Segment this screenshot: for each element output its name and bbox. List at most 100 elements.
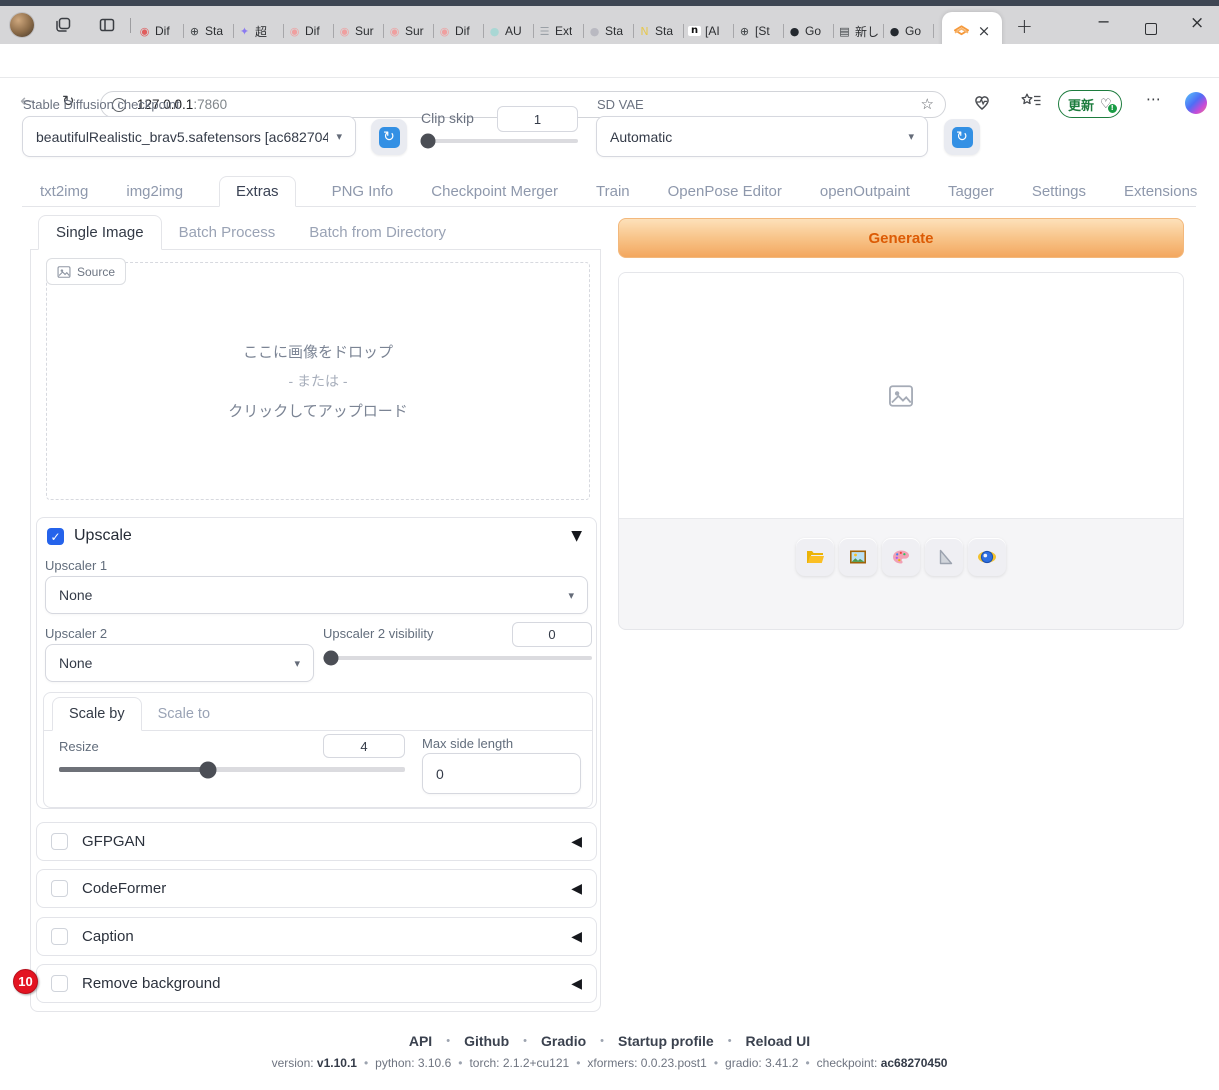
bookmark-star-icon[interactable]: ☆: [921, 97, 934, 112]
footer-link-gradio[interactable]: Gradio: [541, 1033, 586, 1049]
browser-tab[interactable]: ●Go: [784, 19, 834, 43]
tab-checkpoint-merger[interactable]: Checkpoint Merger: [429, 177, 560, 206]
gallery-button-row: [619, 538, 1183, 576]
refresh-vae-button[interactable]: ↻: [944, 119, 980, 155]
generate-button[interactable]: Generate: [618, 218, 1184, 258]
scale-by-content: Resize 4 Max side length 0: [44, 731, 592, 808]
profile-avatar[interactable]: [10, 13, 34, 37]
footer-link-startup-profile[interactable]: Startup profile: [618, 1033, 714, 1049]
tab-tagger[interactable]: Tagger: [946, 177, 996, 206]
new-tab-button[interactable]: +: [1016, 16, 1033, 36]
browser-tab[interactable]: ◉Sur: [334, 19, 384, 43]
openoutpaint-orb-button[interactable]: [968, 538, 1006, 576]
tab-extras[interactable]: Extras: [219, 176, 296, 207]
browser-tab[interactable]: ⊕Sta: [184, 19, 234, 43]
window-minimize-button[interactable]: −: [1097, 14, 1110, 30]
browser-tab[interactable]: ◉Sur: [384, 19, 434, 43]
browser-tab[interactable]: ⊕[St: [734, 19, 784, 43]
refresh-icon: ↻: [952, 127, 973, 148]
browser-tab-title: Sur: [405, 24, 424, 38]
tab-openpose-editor[interactable]: OpenPose Editor: [666, 177, 784, 206]
accordion-caption[interactable]: Caption◀: [36, 917, 597, 956]
upscaler2-value: None: [59, 655, 92, 671]
browser-tab[interactable]: ●Sta: [584, 19, 634, 43]
subtab-scale-to[interactable]: Scale to: [142, 698, 226, 730]
more-menu-icon[interactable]: ⋯: [1146, 92, 1162, 107]
tab-txt2img[interactable]: txt2img: [38, 177, 90, 206]
tab-settings[interactable]: Settings: [1030, 177, 1088, 206]
footer-link-reload-ui[interactable]: Reload UI: [746, 1033, 811, 1049]
upscaler2-visibility-slider[interactable]: [323, 656, 592, 660]
tab-img2img[interactable]: img2img: [124, 177, 185, 206]
checkbox-upscale[interactable]: [47, 528, 64, 545]
browser-tab-title: AU: [505, 24, 522, 38]
browser-tab[interactable]: ☰Ext: [534, 19, 584, 43]
browser-tab[interactable]: ✦超: [234, 19, 284, 43]
resize-input[interactable]: 4: [323, 734, 405, 758]
copilot-icon[interactable]: [1185, 92, 1207, 114]
upscaler1-dropdown[interactable]: None: [45, 576, 588, 614]
divider: [130, 18, 131, 33]
window-maximize-button[interactable]: [1145, 23, 1157, 35]
globe-favicon: ⊕: [738, 26, 751, 37]
sd-vae-dropdown[interactable]: Automatic: [596, 116, 928, 157]
checkbox-remove-background[interactable]: [51, 975, 68, 992]
slider-handle[interactable]: [324, 651, 339, 666]
browser-tab[interactable]: ●Go: [884, 19, 934, 43]
collapse-arrow-icon[interactable]: [571, 528, 582, 544]
image-drop-zone[interactable]: ここに画像をドロップ - または - クリックしてアップロード: [46, 262, 590, 500]
browser-tab-title: Sta: [655, 24, 673, 38]
checkbox-codeformer[interactable]: [51, 880, 68, 897]
favorites-icon[interactable]: [1020, 92, 1042, 110]
collapse-arrow-icon: ◀: [571, 976, 582, 992]
subtab-batch-process[interactable]: Batch Process: [162, 216, 293, 249]
tab-openoutpaint[interactable]: openOutpaint: [818, 177, 912, 206]
checkpoint-dropdown[interactable]: beautifulRealistic_brav5.safetensors [ac…: [22, 116, 356, 157]
footer-links: API•Github•Gradio•Startup profile•Reload…: [0, 1033, 1219, 1049]
workspaces-icon[interactable]: [54, 16, 72, 34]
browser-tab[interactable]: n[AI: [684, 19, 734, 43]
sd-vae-value: Automatic: [610, 129, 672, 145]
upscaler2-visibility-input[interactable]: 0: [512, 622, 592, 647]
triangle-ruler-button[interactable]: [925, 538, 963, 576]
clip-skip-input[interactable]: 1: [497, 106, 578, 132]
upscale-title: Upscale: [74, 527, 132, 545]
subtab-scale-by[interactable]: Scale by: [52, 697, 142, 731]
slider-handle[interactable]: [421, 134, 436, 149]
framed-picture-button[interactable]: [839, 538, 877, 576]
browser-update-button[interactable]: 更新 ♡!: [1058, 90, 1122, 118]
browser-tab[interactable]: ◉Dif: [284, 19, 334, 43]
scale-tabs-box: Scale byScale to Resize 4 Max side lengt…: [43, 692, 593, 808]
browser-tab[interactable]: ▤新し: [834, 19, 884, 43]
max-side-input[interactable]: 0: [422, 753, 581, 794]
resize-slider[interactable]: [59, 767, 405, 772]
browser-tab-title: 新し: [855, 23, 879, 40]
checkbox-caption[interactable]: [51, 928, 68, 945]
clip-skip-slider[interactable]: [421, 139, 578, 143]
browser-tab-title: Sur: [355, 24, 374, 38]
tab-close-icon[interactable]: ×: [978, 24, 991, 39]
subtab-single-image[interactable]: Single Image: [38, 215, 162, 250]
accordion-codeformer[interactable]: CodeFormer◀: [36, 869, 597, 908]
footer-link-github[interactable]: Github: [464, 1033, 509, 1049]
upscaler2-dropdown[interactable]: None: [45, 644, 314, 682]
slider-handle[interactable]: [199, 761, 216, 778]
browser-tab[interactable]: ◉Dif: [134, 19, 184, 43]
window-close-button[interactable]: ×: [1190, 15, 1204, 32]
accordion-remove-background[interactable]: Remove background◀: [36, 964, 597, 1003]
accordion-gfpgan[interactable]: GFPGAN◀: [36, 822, 597, 861]
folder-open-button[interactable]: [796, 538, 834, 576]
browser-tab[interactable]: NSta: [634, 19, 684, 43]
footer-link-api[interactable]: API: [409, 1033, 432, 1049]
tab-actions-icon[interactable]: [98, 16, 116, 34]
palette-button[interactable]: [882, 538, 920, 576]
browser-tab[interactable]: ◉Dif: [434, 19, 484, 43]
checkbox-gfpgan[interactable]: [51, 833, 68, 850]
tab-png-info[interactable]: PNG Info: [330, 177, 396, 206]
tab-extensions[interactable]: Extensions: [1122, 177, 1199, 206]
refresh-checkpoint-button[interactable]: ↻: [371, 119, 407, 155]
browser-tab[interactable]: ●AU: [484, 19, 534, 43]
subtab-batch-from-directory[interactable]: Batch from Directory: [292, 216, 463, 249]
browser-essentials-icon[interactable]: [972, 92, 992, 112]
tab-train[interactable]: Train: [594, 177, 632, 206]
